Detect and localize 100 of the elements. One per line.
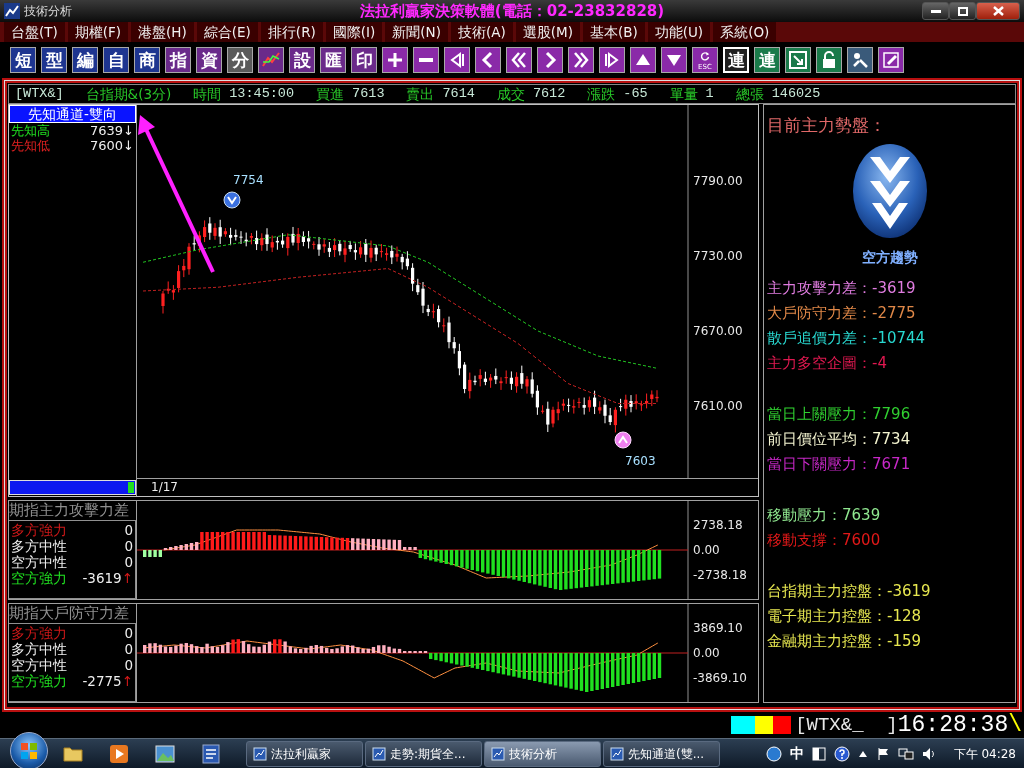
busy-indicator: \ — [1008, 710, 1022, 740]
menu-item[interactable]: 港盤(H) — [131, 22, 194, 42]
indicator-label: 多方中性 — [11, 538, 67, 554]
axis-label: 0.00 — [693, 543, 720, 557]
axis-label: -2738.18 — [693, 568, 747, 582]
stat-line: 主力多空企圖：-4 — [767, 352, 888, 374]
quote-value: -65 — [623, 84, 648, 103]
quote-value: 7613 — [352, 84, 385, 103]
toolbar-button[interactable]: 資 — [196, 47, 222, 73]
toolbar-button[interactable]: 印 — [351, 47, 377, 73]
legend-value: 7600 — [90, 138, 124, 153]
menu-item[interactable]: 基本(B) — [582, 22, 645, 42]
menu-item[interactable]: 系統(O) — [713, 22, 777, 42]
taskbar-button[interactable]: 技術分析 — [484, 740, 601, 767]
menu-item[interactable]: 國際(I) — [325, 22, 383, 42]
axis-label: 7670.00 — [693, 324, 743, 338]
menu-item[interactable]: 期權(F) — [67, 22, 129, 42]
symbol-code-text: [WTX&_ ] — [795, 712, 898, 738]
axis-label: 7730.00 — [693, 249, 743, 263]
toolbar-button[interactable]: 連 — [754, 47, 780, 73]
indicator-value: 0 — [124, 554, 133, 570]
axis-label: 0.00 — [693, 646, 720, 660]
trend-arrow: ↓ — [123, 123, 134, 138]
indicator-value: 0 — [124, 657, 133, 673]
indicator-title: 期指大戶防守力差 — [9, 604, 130, 623]
stat-line: 散戶追價力差：-10744 — [767, 327, 927, 349]
stat-line: 前日價位平均：7734 — [767, 428, 912, 450]
menu-item[interactable]: 排行(R) — [260, 22, 323, 42]
indicator-label: 空方強力 — [11, 673, 67, 689]
indicator-label: 空方強力 — [11, 570, 67, 586]
page-indicator: 1/17 — [151, 480, 178, 494]
quote-value: 13:45:00 — [229, 84, 295, 103]
toolbar-button[interactable]: 指 — [165, 47, 191, 73]
toolbar-button[interactable]: 自 — [103, 47, 129, 73]
indicator-value: 0 — [124, 625, 133, 641]
clock: 16:28:38 — [897, 710, 1009, 740]
toolbar-button[interactable]: 商 — [134, 47, 160, 73]
taskbar-button[interactable]: 法拉利贏家 — [246, 740, 363, 767]
menu-item[interactable]: 綜合(E) — [196, 22, 258, 42]
legend-title: 先知通道-雙向 — [9, 105, 136, 123]
quote-label: 買進 — [316, 84, 345, 104]
input-method-indicator[interactable]: 中 — [789, 743, 804, 764]
toolbar-button[interactable]: 型 — [41, 47, 67, 73]
legend-value: 7639 — [90, 123, 124, 138]
panel-heading: 目前主力勢盤： — [767, 114, 887, 137]
stat-line: 主力攻擊力差：-3619 — [767, 277, 917, 299]
toolbar-button[interactable]: 連 — [723, 47, 749, 73]
indicator-value: -3619 — [82, 570, 122, 586]
legend-label: 先知高 — [11, 123, 50, 138]
symbol-name: 台指期&(3分) — [85, 84, 172, 104]
taskbar-button[interactable]: 走勢:期貨全... — [365, 740, 482, 767]
menu-item[interactable]: 功能(U) — [647, 22, 711, 42]
trend-arrow: ↑ — [121, 673, 133, 689]
quote-value: 7614 — [442, 84, 475, 103]
axis-label: 3869.10 — [693, 621, 743, 635]
legend-label: 先知低 — [11, 138, 50, 153]
toolbar-button[interactable]: 設 — [289, 47, 315, 73]
quote-value: 146025 — [771, 84, 821, 103]
trend-arrow: ↓ — [123, 138, 134, 153]
menu-item[interactable]: 技術(A) — [450, 22, 513, 42]
stat-line: 大戶防守力差：-2775 — [767, 302, 917, 324]
toolbar-button[interactable]: 分 — [227, 47, 253, 73]
quote-label: 賣出 — [406, 84, 435, 104]
quote-value: 7612 — [532, 84, 566, 103]
stat-line: 電子期主力控盤：-128 — [767, 605, 923, 627]
app-title: 法拉利贏家決策軟體(電話：02-23832828) — [359, 1, 665, 20]
quote-label: 單量 — [669, 84, 698, 104]
price-label: 7754 — [233, 173, 264, 187]
indicator-value: 0 — [124, 538, 133, 554]
indicator-label: 空方中性 — [11, 554, 67, 570]
taskbar-button[interactable]: 先知通道(雙... — [603, 740, 720, 767]
indicator-label: 多方強力 — [11, 522, 67, 538]
taskbar-clock: 下午 04:28 — [953, 745, 1016, 763]
menu-item[interactable]: 選股(M) — [515, 22, 580, 42]
stat-line: 當日上關壓力：7796 — [767, 403, 912, 425]
stat-line: 台指期主力控盤：-3619 — [767, 580, 932, 602]
quote-label: 時間 — [193, 84, 222, 104]
stat-line: 當日下關壓力：7671 — [767, 453, 912, 475]
indicator-value: -2775 — [82, 673, 122, 689]
indicator-title: 期指主力攻擊力差 — [9, 501, 130, 520]
symbol-code: [WTX&] — [15, 84, 64, 103]
quote-label: 總張 — [735, 84, 764, 104]
axis-label: -3869.10 — [693, 671, 747, 685]
toolbar-button[interactable]: 編 — [72, 47, 98, 73]
indicator-value: 0 — [124, 641, 133, 657]
indicator-label: 空方中性 — [11, 657, 67, 673]
menu-item[interactable]: 台盤(T) — [4, 22, 65, 42]
toolbar-button[interactable]: 匯 — [320, 47, 346, 73]
menu-item[interactable]: 新聞(N) — [385, 22, 448, 42]
axis-label: 7790.00 — [693, 174, 743, 188]
price-label: 7603 — [625, 454, 656, 468]
indicator-value: 0 — [124, 522, 133, 538]
trend-arrow: ↑ — [121, 570, 133, 586]
window-title: 技術分析 — [24, 3, 72, 20]
quote-label: 成交 — [496, 84, 525, 104]
stat-line: 移動支撐：7600 — [767, 529, 882, 551]
axis-label: 2738.18 — [693, 518, 743, 532]
quote-value: 1 — [705, 84, 714, 103]
toolbar-button[interactable]: 短 — [10, 47, 36, 73]
trend-label: 空方趨勢 — [861, 248, 918, 265]
